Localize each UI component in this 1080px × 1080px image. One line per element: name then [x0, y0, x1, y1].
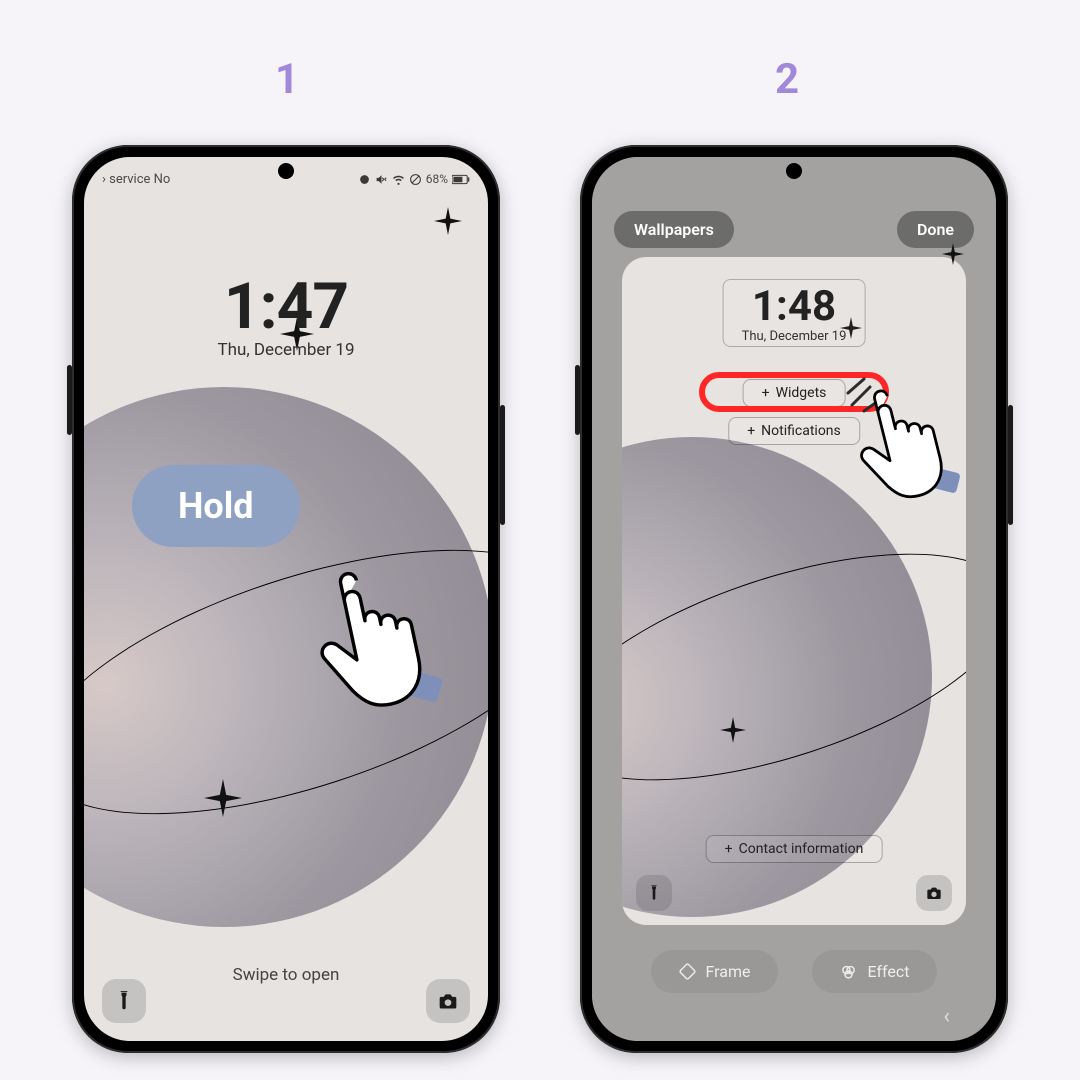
preview-date: Thu, December 19 — [742, 329, 847, 344]
camera-button[interactable] — [916, 875, 952, 911]
frame-button[interactable]: Frame — [651, 950, 779, 993]
add-contact-label: Contact information — [739, 841, 864, 857]
step-number-1: 1 — [275, 55, 299, 104]
lock-date: Thu, December 19 — [84, 340, 488, 360]
hold-gesture-label: Hold — [132, 465, 300, 547]
effect-button[interactable]: Effect — [812, 950, 937, 993]
status-carrier: › service No — [102, 172, 170, 187]
swipe-to-open: Swipe to open — [84, 965, 488, 985]
preview-time: 1:48 — [742, 286, 847, 328]
phone-frame-1: › service No 68% 1:47 Thu, December 19 H… — [72, 145, 500, 1053]
frame-icon — [679, 963, 696, 980]
add-contact-info-button[interactable]: + Contact information — [706, 835, 883, 863]
sparkle-icon — [942, 243, 964, 265]
bottom-toolbar: Frame Effect — [592, 950, 996, 993]
flashlight-button[interactable] — [102, 979, 146, 1023]
sparkle-icon — [204, 779, 242, 817]
camera-notch — [278, 163, 294, 179]
effect-icon — [840, 963, 857, 980]
plus-icon: + — [725, 841, 733, 857]
battery-icon — [452, 174, 470, 185]
step-number-2: 2 — [775, 55, 799, 104]
sparkle-icon — [434, 207, 462, 235]
lockscreen-preview[interactable]: 1:48 Thu, December 19 + Widgets + Notifi… — [622, 257, 966, 925]
sparkle-icon — [720, 717, 746, 743]
mute-icon — [375, 173, 388, 186]
no-sim-icon — [409, 173, 422, 186]
status-icons-right: 68% — [358, 172, 470, 186]
lock-clock: 1:47 Thu, December 19 — [84, 269, 488, 360]
effect-label: Effect — [867, 962, 909, 981]
back-chevron-icon[interactable]: ‹ — [943, 1004, 950, 1029]
phone-frame-2: Wallpapers Done 1:48 Thu, December 19 + … — [580, 145, 1008, 1053]
wallpapers-button[interactable]: Wallpapers — [614, 211, 734, 248]
plus-icon: + — [747, 423, 755, 439]
camera-notch — [786, 163, 802, 179]
lock-time: 1:47 — [84, 269, 488, 344]
edit-lockscreen: Wallpapers Done 1:48 Thu, December 19 + … — [592, 157, 996, 1041]
camera-button[interactable] — [426, 979, 470, 1023]
clock-widget-slot[interactable]: 1:48 Thu, December 19 — [723, 279, 866, 347]
battery-percent: 68% — [426, 172, 448, 186]
lock-screen[interactable]: › service No 68% 1:47 Thu, December 19 H… — [84, 157, 488, 1041]
wifi-icon — [392, 173, 405, 186]
frame-label: Frame — [706, 962, 751, 981]
flashlight-button[interactable] — [636, 875, 672, 911]
add-notifications-label: Notifications — [761, 423, 841, 439]
alarm-icon — [358, 173, 371, 186]
